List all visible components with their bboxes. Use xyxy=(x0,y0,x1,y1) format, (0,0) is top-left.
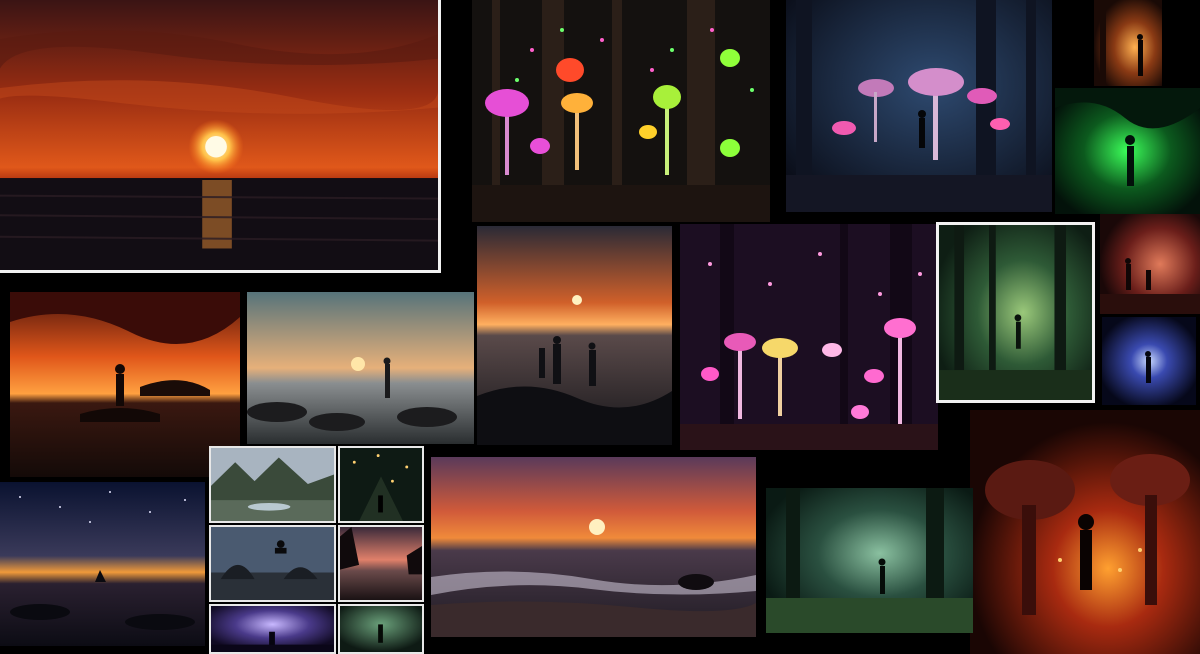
sunset-figures-on-shore xyxy=(477,226,672,445)
red-glowing-forest xyxy=(970,410,1200,654)
thumb-purple-night xyxy=(209,604,336,654)
blue-glow-figure-small xyxy=(1102,317,1196,405)
ocean-sunset-large xyxy=(0,0,441,273)
thumb-lantern-night xyxy=(338,446,424,523)
forest-silhouette-green-small xyxy=(1055,88,1200,214)
glowing-mushroom-forest-blue xyxy=(786,0,1052,212)
thumb-mountain-lake xyxy=(209,446,336,523)
forest-silhouette-orange-small xyxy=(1094,0,1162,86)
pink-mushroom-forest xyxy=(680,224,938,450)
forest-clearing-figure xyxy=(766,488,973,633)
thumb-sunset-bay xyxy=(338,525,424,602)
calm-sea-figure xyxy=(247,292,474,444)
thumb-green-figure xyxy=(338,604,424,654)
sunset-figure-on-rock xyxy=(10,292,240,477)
forest-silhouette-red-small xyxy=(1100,214,1200,314)
starry-sea-sunset xyxy=(0,482,205,646)
misty-green-forest xyxy=(936,222,1095,403)
beach-sunset-waves xyxy=(431,457,756,637)
glowing-mushroom-forest-green xyxy=(472,0,770,222)
thumb-rock-jump xyxy=(209,525,336,602)
